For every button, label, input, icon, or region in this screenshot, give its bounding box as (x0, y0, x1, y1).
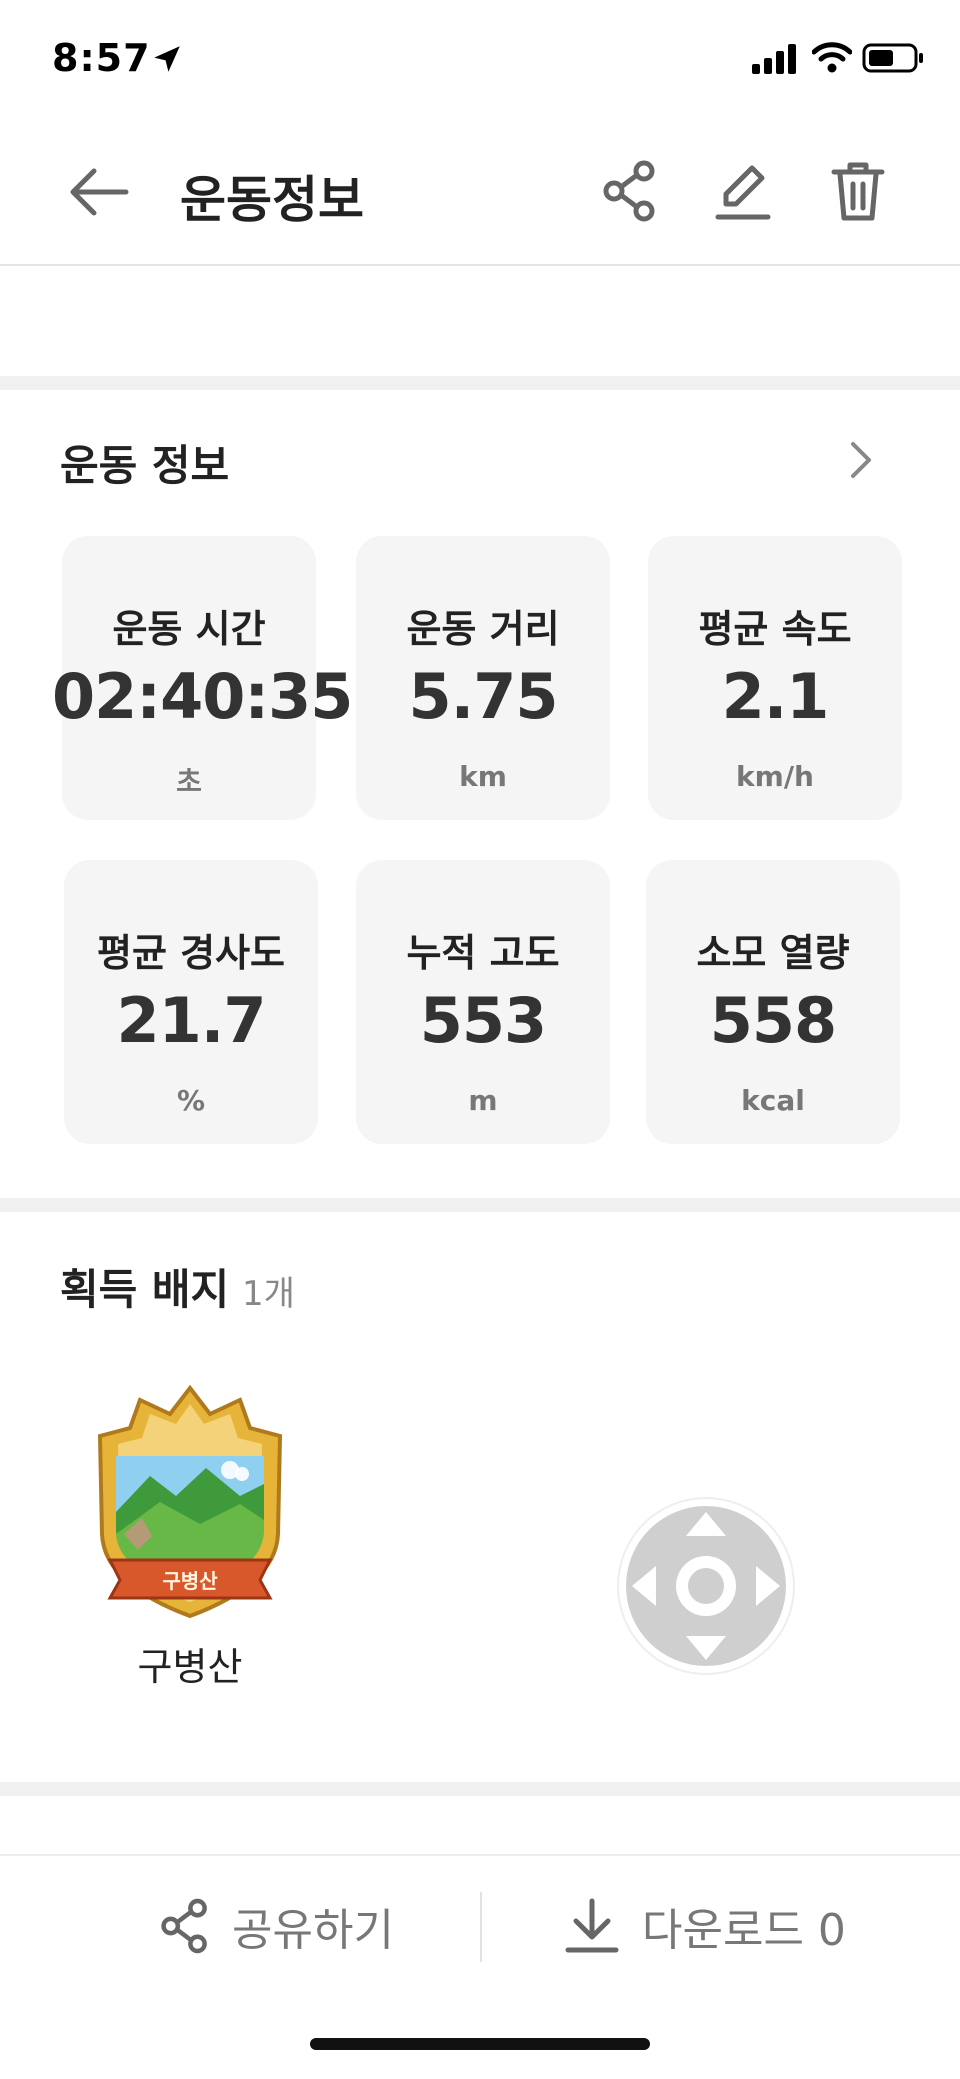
location-arrow-icon (154, 46, 180, 72)
bottom-bar-separator (480, 1892, 482, 1962)
stat-unit: 초 (176, 765, 202, 798)
section-divider (0, 376, 960, 390)
stat-label: 운동 거리 (406, 607, 560, 651)
badges-section-title: 획득 배지 (60, 1265, 230, 1314)
stat-value: 558 (709, 984, 837, 1057)
download-button-label: 다운로드 0 (642, 1905, 846, 1956)
share-button[interactable]: 공유하기 (160, 1856, 394, 1996)
stat-value: 5.75 (408, 660, 559, 733)
status-time: 8:57 (52, 36, 151, 80)
stat-value: 02:40:35 (52, 660, 353, 733)
badge-ribbon-text: 구병산 (162, 1569, 218, 1593)
cellular-signal-icon (752, 44, 796, 74)
stat-card-exercise-time: 운동 시간 02:40:35 초 (52, 536, 353, 820)
stat-card-avg-slope: 평균 경사도 21.7 % (64, 860, 318, 1144)
exercise-section-title: 운동 정보 (60, 441, 230, 490)
mountain-badge-icon: 구병산 (97, 1384, 283, 1619)
stat-unit: km/h (736, 760, 814, 793)
back-arrow-icon[interactable] (68, 166, 130, 218)
download-button[interactable]: 다운로드 0 (564, 1856, 846, 1996)
share-icon (161, 1898, 207, 1954)
badge-count: 1개 (242, 1274, 295, 1314)
stat-value: 21.7 (116, 984, 267, 1057)
stat-label: 누적 고도 (406, 931, 560, 975)
share-icon[interactable] (602, 160, 658, 222)
stat-card-calories: 소모 열량 558 kcal (646, 860, 900, 1144)
stat-label: 소모 열량 (696, 931, 850, 975)
app-header: 운동정보 (0, 120, 960, 266)
section-divider (0, 1198, 960, 1212)
stat-unit: m (468, 1084, 498, 1117)
bottom-action-bar: 공유하기 다운로드 0 (0, 1854, 960, 1994)
stat-value: 2.1 (721, 660, 830, 733)
stat-card-elevation: 누적 고도 553 m (356, 860, 610, 1144)
stat-label: 운동 시간 (112, 607, 266, 651)
section-divider (0, 1782, 960, 1796)
badge-item[interactable]: 구병산 구병산 (80, 1384, 300, 1689)
battery-icon (862, 43, 923, 73)
home-indicator (310, 2038, 650, 2050)
stat-unit: km (459, 760, 507, 793)
dpad-icon[interactable] (616, 1496, 796, 1676)
stat-card-distance: 운동 거리 5.75 km (356, 536, 610, 820)
share-button-label: 공유하기 (232, 1905, 394, 1956)
chevron-right-icon[interactable] (846, 440, 876, 480)
edit-pencil-icon[interactable] (714, 162, 772, 222)
stat-label: 평균 경사도 (96, 931, 286, 975)
stat-unit: % (176, 1084, 206, 1117)
status-bar: 8:57 (0, 0, 960, 120)
stat-unit: kcal (741, 1084, 805, 1117)
stat-card-avg-speed: 평균 속도 2.1 km/h (648, 536, 902, 820)
badge-name: 구병산 (137, 1645, 243, 1689)
download-icon (565, 1898, 619, 1953)
stat-value: 553 (419, 984, 547, 1057)
page-title: 운동정보 (180, 171, 364, 229)
wifi-icon (812, 42, 852, 73)
trash-icon[interactable] (830, 160, 886, 222)
stat-label: 평균 속도 (698, 607, 852, 651)
